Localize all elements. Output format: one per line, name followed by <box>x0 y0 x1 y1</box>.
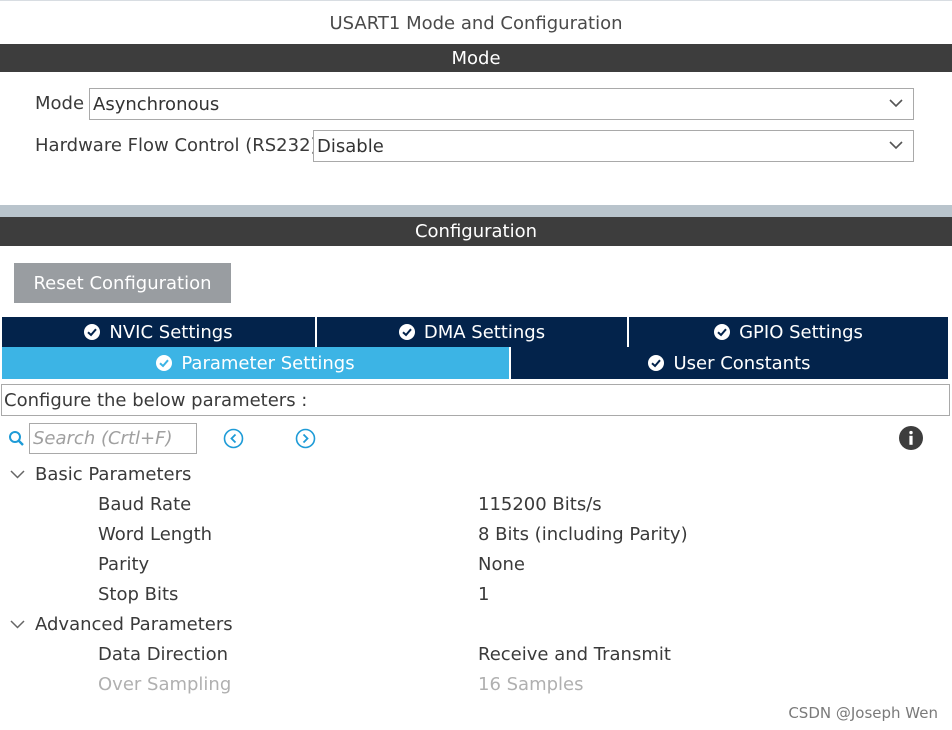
reset-configuration-button[interactable]: Reset Configuration <box>14 263 231 303</box>
check-circle-icon <box>156 355 173 371</box>
mode-section-header: Mode <box>0 44 952 72</box>
flow-control-select[interactable]: Disable <box>313 130 914 162</box>
param-value-stop-bits[interactable]: 1 <box>478 584 489 605</box>
tab-user-constants[interactable]: User Constants <box>511 347 948 379</box>
param-value-parity[interactable]: None <box>478 554 525 575</box>
mode-label: Mode <box>35 93 85 114</box>
mode-select[interactable]: Asynchronous <box>89 88 914 120</box>
collapse-chevron-icon[interactable] <box>10 619 25 630</box>
tab-label: Parameter Settings <box>181 352 355 374</box>
tab-dma-settings[interactable]: DMA Settings <box>317 317 629 347</box>
info-icon[interactable] <box>899 426 923 450</box>
param-value-baud-rate[interactable]: 115200 Bits/s <box>478 494 602 515</box>
group-basic-parameters[interactable]: Basic Parameters <box>35 464 191 485</box>
next-result-icon[interactable] <box>295 428 316 449</box>
tab-parameter-settings[interactable]: Parameter Settings <box>2 347 511 379</box>
param-value-over-sampling: 16 Samples <box>478 674 584 695</box>
check-circle-icon <box>398 324 415 340</box>
search-input[interactable] <box>29 423 197 454</box>
check-circle-icon <box>84 324 101 340</box>
parameters-description: Configure the below parameters : <box>1 384 950 416</box>
tab-label: DMA Settings <box>423 321 546 343</box>
param-name-baud-rate[interactable]: Baud Rate <box>98 494 191 515</box>
watermark: CSDN @Joseph Wen <box>788 704 938 722</box>
chevron-down-icon <box>889 99 903 108</box>
tab-row-1: NVIC Settings DMA Settings GPIO Settings <box>2 317 948 347</box>
chevron-down-icon <box>889 141 903 150</box>
tab-row-2: Parameter Settings User Constants <box>2 347 948 379</box>
tab-label: NVIC Settings <box>109 321 233 343</box>
param-name-parity[interactable]: Parity <box>98 554 149 575</box>
tab-label: User Constants <box>673 352 811 374</box>
param-name-over-sampling: Over Sampling <box>98 674 232 695</box>
configuration-section-header: Configuration <box>0 217 952 246</box>
flow-control-select-value: Disable <box>317 135 384 157</box>
check-circle-icon <box>714 324 731 340</box>
check-circle-icon <box>648 355 665 371</box>
previous-result-icon[interactable] <box>223 428 244 449</box>
param-name-data-direction[interactable]: Data Direction <box>98 644 228 665</box>
window-title: USART1 Mode and Configuration <box>0 0 952 45</box>
tab-gpio-settings[interactable]: GPIO Settings <box>629 317 948 347</box>
tab-label: GPIO Settings <box>739 321 863 343</box>
param-value-word-length[interactable]: 8 Bits (including Parity) <box>478 524 688 545</box>
tab-nvic-settings[interactable]: NVIC Settings <box>2 317 317 347</box>
param-name-word-length[interactable]: Word Length <box>98 524 212 545</box>
param-name-stop-bits[interactable]: Stop Bits <box>98 584 178 605</box>
param-value-data-direction[interactable]: Receive and Transmit <box>478 644 671 665</box>
group-advanced-parameters[interactable]: Advanced Parameters <box>35 614 233 635</box>
mode-select-value: Asynchronous <box>93 93 220 115</box>
section-separator <box>0 205 952 217</box>
collapse-chevron-icon[interactable] <box>10 469 25 480</box>
flow-control-label: Hardware Flow Control (RS232) <box>35 135 318 156</box>
search-icon[interactable] <box>8 430 25 447</box>
